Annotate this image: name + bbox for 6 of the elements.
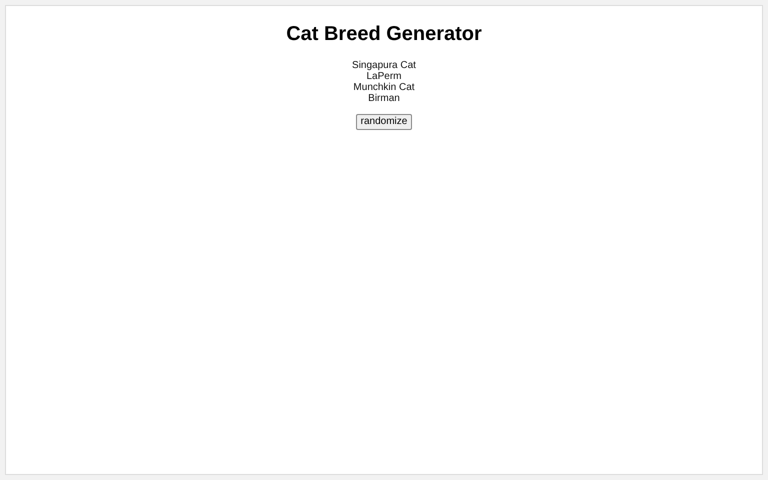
breed-name: Birman [368, 93, 400, 104]
randomize-button[interactable]: randomize [356, 114, 412, 130]
breed-name: LaPerm [366, 71, 402, 82]
page-title: Cat Breed Generator [286, 22, 482, 46]
breed-name: Singapura Cat [352, 60, 416, 71]
breed-name: Munchkin Cat [353, 82, 415, 93]
